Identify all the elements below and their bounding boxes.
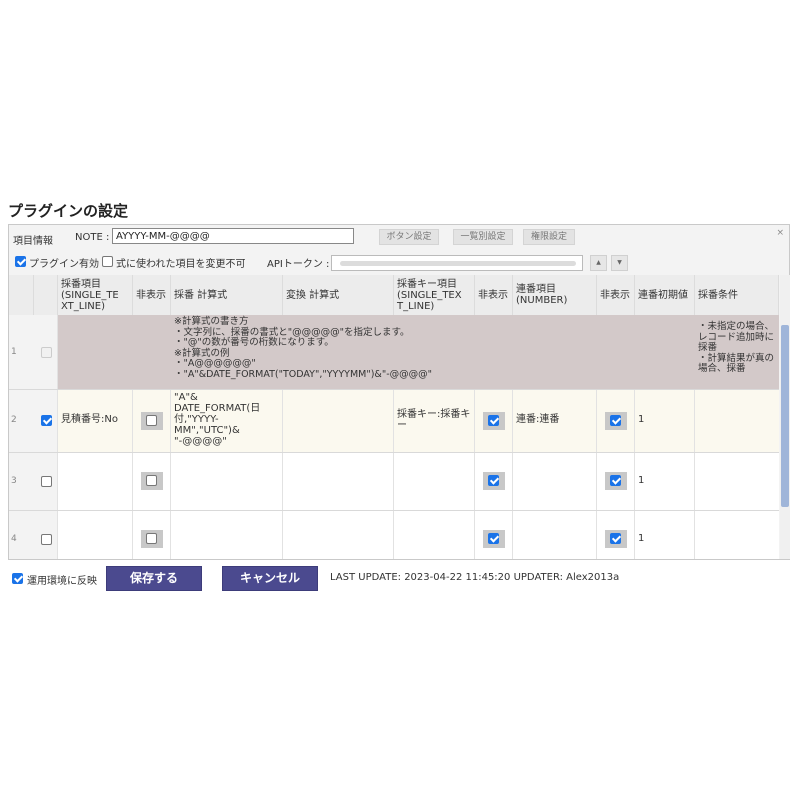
hide-checkbox-2[interactable]: [488, 533, 499, 544]
plugin-enabled-label: プラグイン有効: [29, 259, 99, 270]
hide-checkbox-1[interactable]: [146, 475, 157, 486]
header-hide-2: 非表示: [475, 275, 513, 315]
arrow-up-icon[interactable]: ▲: [590, 255, 607, 271]
condition-help: ・未指定の場合、 レコード追加時に 採番 ・計算結果が真の 場合、採番: [698, 321, 775, 374]
row-checkbox[interactable]: [41, 534, 52, 545]
hide-checkbox-2[interactable]: [488, 475, 499, 486]
arrow-down-icon[interactable]: ▼: [611, 255, 628, 271]
change-disabled-checkbox[interactable]: [102, 256, 113, 267]
hide-checkbox-1[interactable]: [146, 415, 157, 426]
cancel-button[interactable]: キャンセル: [222, 566, 318, 591]
table-row: 2 見積番号:No "A"& DATE_FORMAT(日 付,"YYYY- MM…: [9, 390, 779, 453]
button-settings-button[interactable]: ボタン設定: [379, 229, 439, 245]
key-field-cell[interactable]: 採番キー:採番キ ー: [394, 390, 475, 452]
vertical-scrollbar[interactable]: [780, 275, 790, 559]
header-seq-field: 連番項目 (NUMBER): [513, 275, 597, 315]
plugin-enabled-checkbox[interactable]: [15, 256, 26, 267]
row-checkbox[interactable]: [41, 347, 52, 358]
seq-field-cell[interactable]: [513, 511, 597, 559]
save-button[interactable]: 保存する: [106, 566, 202, 591]
row-checkbox[interactable]: [41, 476, 52, 487]
apply-env-label: 運用環境に反映: [27, 576, 97, 587]
row-number: 2: [11, 415, 17, 425]
formula-cell[interactable]: [171, 511, 283, 559]
table-row: 3 1: [9, 453, 779, 511]
item-info-label: 項目情報: [13, 236, 53, 247]
hide-checkbox-3[interactable]: [610, 415, 621, 426]
table-row: 1 ※計算式の書き方 ・文字列に、採番の書式と"@@@@@"を指定します。 ・"…: [9, 315, 779, 390]
hide-checkbox-1[interactable]: [146, 533, 157, 544]
header-convert: 変換 計算式: [283, 275, 394, 315]
change-disabled-label: 式に使われた項目を変更不可: [116, 259, 246, 270]
options-row: プラグイン有効 式に使われた項目を変更不可 APIトークン : ▲ ▼: [9, 251, 789, 273]
permission-settings-button[interactable]: 権限設定: [523, 229, 575, 245]
condition-cell[interactable]: [695, 390, 779, 452]
masked-token: [340, 261, 576, 266]
field-cell[interactable]: [58, 511, 133, 559]
init-cell[interactable]: 1: [635, 390, 695, 452]
row-number: 1: [11, 347, 17, 357]
condition-cell[interactable]: [695, 511, 779, 559]
field-cell[interactable]: 見積番号:No: [58, 390, 133, 452]
api-token-input[interactable]: [331, 255, 583, 271]
row-checkbox[interactable]: [41, 415, 52, 426]
header-formula: 採番 計算式: [171, 275, 283, 315]
init-cell[interactable]: 1: [635, 511, 695, 559]
settings-panel: 項目情報 NOTE : ボタン設定 一覧別設定 権限設定 × プラグイン有効 式…: [8, 224, 790, 560]
hide-checkbox-3[interactable]: [610, 533, 621, 544]
header-num: [9, 275, 34, 315]
formula-cell[interactable]: [171, 453, 283, 510]
header-condition: 採番条件: [695, 275, 779, 315]
seq-field-cell[interactable]: 連番:連番: [513, 390, 597, 452]
field-cell[interactable]: [58, 453, 133, 510]
close-icon[interactable]: ×: [776, 228, 784, 238]
header-init: 連番初期値: [635, 275, 695, 315]
scrollbar-thumb[interactable]: [781, 325, 789, 507]
key-field-cell[interactable]: [394, 453, 475, 510]
note-input[interactable]: [112, 228, 354, 244]
note-label: NOTE :: [75, 232, 110, 243]
condition-cell[interactable]: [695, 453, 779, 510]
convert-cell[interactable]: [283, 390, 394, 452]
row-number: 3: [11, 476, 17, 486]
page-title: プラグインの設定: [8, 202, 129, 220]
footer: 運用環境に反映 保存する キャンセル LAST UPDATE: 2023-04-…: [12, 566, 792, 592]
header-hide-3: 非表示: [597, 275, 635, 315]
header-check: [34, 275, 58, 315]
hide-checkbox-3[interactable]: [610, 475, 621, 486]
row-number: 4: [11, 534, 17, 544]
header-key-field: 採番キー項目 (SINGLE_TEX T_LINE): [394, 275, 475, 315]
formula-help: ※計算式の書き方 ・文字列に、採番の書式と"@@@@@"を指定します。 ・"@"…: [174, 316, 432, 380]
table-row: 4 1: [9, 511, 779, 559]
header-field: 採番項目 (SINGLE_TE XT_LINE): [58, 275, 133, 315]
api-token-label: APIトークン :: [267, 259, 330, 270]
apply-env-checkbox[interactable]: [12, 573, 23, 584]
last-update-status: LAST UPDATE: 2023-04-22 11:45:20 UPDATER…: [330, 572, 620, 583]
key-field-cell[interactable]: [394, 511, 475, 559]
general-settings-button[interactable]: 一覧別設定: [453, 229, 513, 245]
convert-cell[interactable]: [283, 511, 394, 559]
seq-field-cell[interactable]: [513, 453, 597, 510]
formula-cell[interactable]: "A"& DATE_FORMAT(日 付,"YYYY- MM","UTC")& …: [171, 390, 283, 452]
header-hide-1: 非表示: [133, 275, 171, 315]
toolbar-row: 項目情報 NOTE : ボタン設定 一覧別設定 権限設定 ×: [9, 225, 789, 249]
hide-checkbox-2[interactable]: [488, 415, 499, 426]
convert-cell[interactable]: [283, 453, 394, 510]
init-cell[interactable]: 1: [635, 453, 695, 510]
table-header: 採番項目 (SINGLE_TE XT_LINE) 非表示 採番 計算式 変換 計…: [9, 275, 779, 316]
